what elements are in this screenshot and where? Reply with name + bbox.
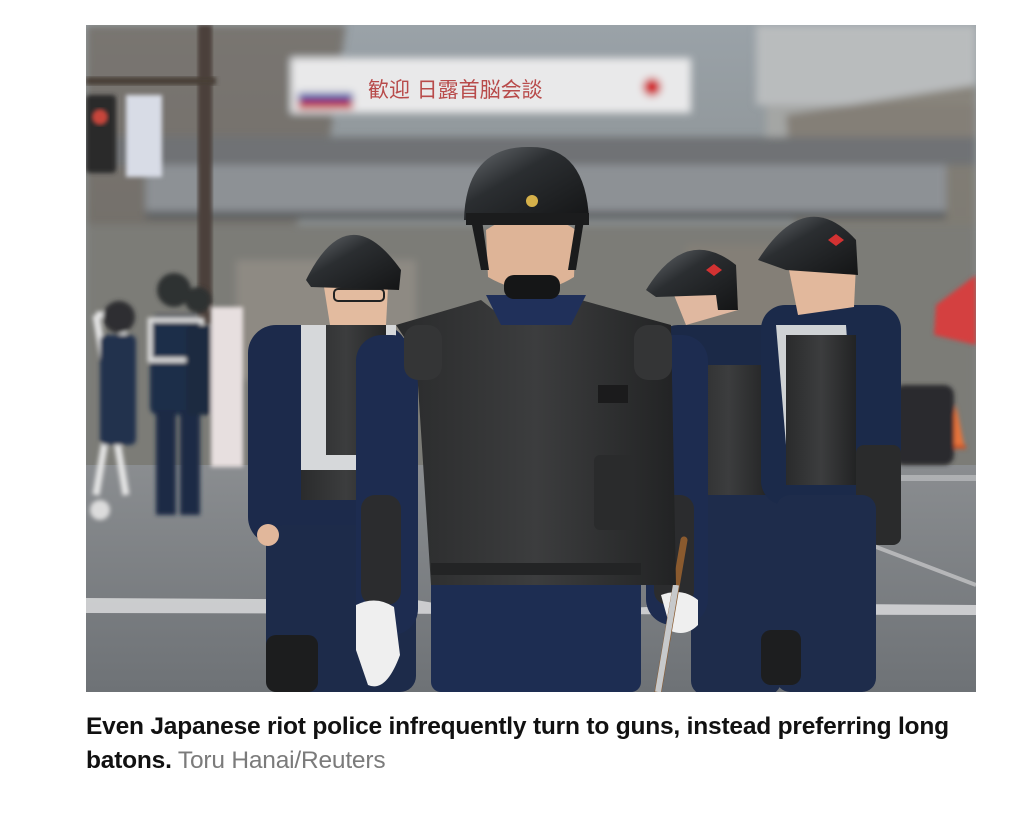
photo-caption: Even Japanese riot police infrequently t… bbox=[86, 710, 986, 778]
photo-credit: Toru Hanai/Reuters bbox=[177, 747, 386, 774]
article-figure: 歓迎 日露首脳会談 bbox=[86, 25, 976, 692]
riot-police-photo: 歓迎 日露首脳会談 bbox=[86, 25, 976, 692]
banner-text: 歓迎 日露首脳会談 bbox=[368, 78, 543, 102]
